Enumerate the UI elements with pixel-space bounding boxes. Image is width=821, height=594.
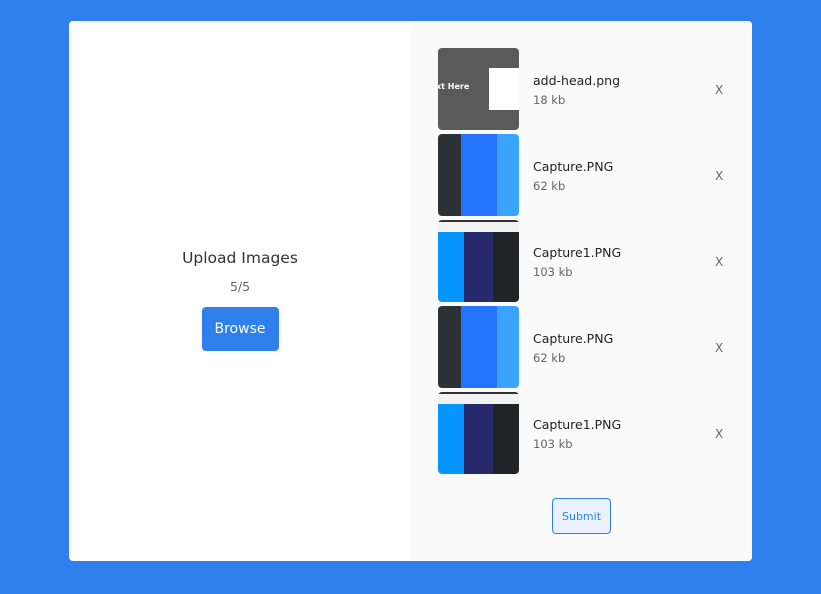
file-size: 18 kb <box>533 93 566 107</box>
image-thumbnail <box>438 392 519 474</box>
file-name: add-head.png <box>533 73 621 88</box>
remove-file-button[interactable]: X <box>715 427 723 441</box>
image-thumbnail <box>438 306 519 388</box>
file-size: 62 kb <box>533 351 566 365</box>
image-thumbnail <box>438 220 519 302</box>
file-info: add-head.png 18 kb <box>533 73 620 107</box>
remove-file-button[interactable]: X <box>715 341 723 355</box>
file-name: Capture1.PNG <box>533 245 622 260</box>
remove-file-button[interactable]: X <box>715 255 723 269</box>
file-row: Capture.PNG 62 kb X <box>438 306 738 392</box>
upload-card: Upload Images 5/5 Browse xt Here add-hea… <box>69 21 752 561</box>
file-info: Capture.PNG 62 kb <box>533 331 613 365</box>
browse-button[interactable]: Browse <box>201 307 279 351</box>
submit-button[interactable]: Submit <box>552 498 611 534</box>
file-list-panel: xt Here add-head.png 18 kb X Capture.PNG… <box>411 21 752 561</box>
image-thumbnail <box>438 134 519 216</box>
file-size: 62 kb <box>533 179 566 193</box>
file-row: Capture1.PNG 103 kb X <box>438 392 738 478</box>
image-thumbnail: xt Here <box>438 48 519 130</box>
file-info: Capture1.PNG 103 kb <box>533 417 621 451</box>
upload-panel: Upload Images 5/5 Browse <box>69 21 411 561</box>
file-row: xt Here add-head.png 18 kb X <box>438 48 738 134</box>
remove-file-button[interactable]: X <box>715 169 723 183</box>
file-size: 103 kb <box>533 265 573 279</box>
file-info: Capture1.PNG 103 kb <box>533 245 621 279</box>
image-counter: 5/5 <box>229 279 251 294</box>
upload-title: Upload Images <box>182 249 298 267</box>
file-size: 103 kb <box>533 437 573 451</box>
file-info: Capture.PNG 62 kb <box>533 159 613 193</box>
remove-file-button[interactable]: X <box>715 83 723 97</box>
file-list: xt Here add-head.png 18 kb X Capture.PNG… <box>438 48 738 478</box>
file-row: Capture.PNG 62 kb X <box>438 134 738 220</box>
file-name: Capture.PNG <box>533 159 614 174</box>
file-name: Capture1.PNG <box>533 417 622 432</box>
file-name: Capture.PNG <box>533 331 614 346</box>
file-row: Capture1.PNG 103 kb X <box>438 220 738 306</box>
